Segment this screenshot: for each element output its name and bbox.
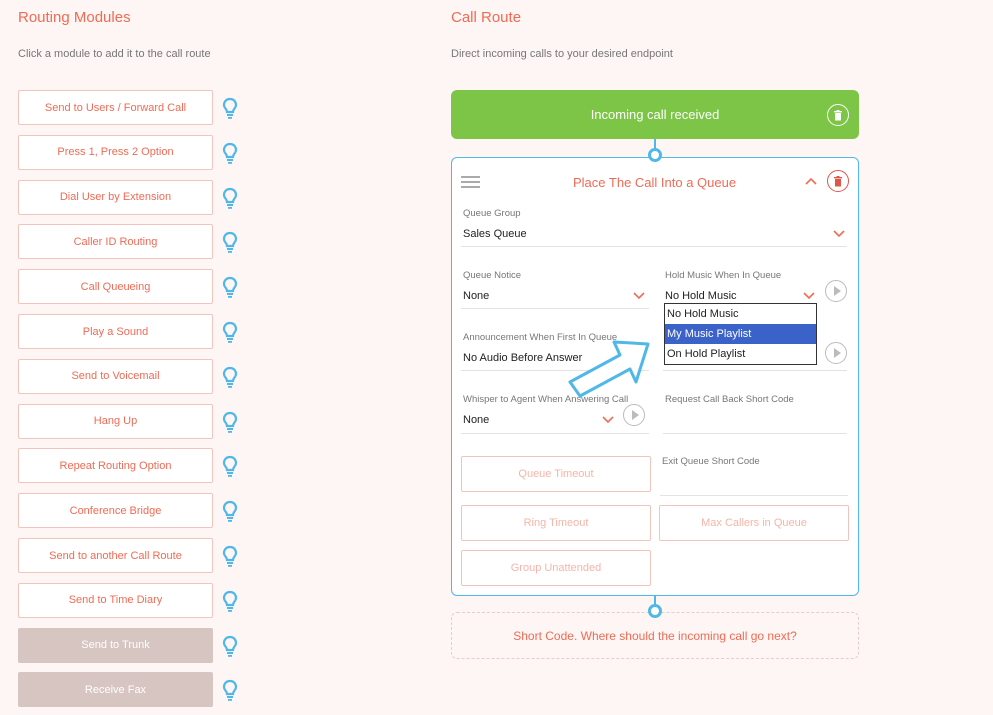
play-icon[interactable] <box>623 404 645 426</box>
routing-modules-subtitle: Click a module to add it to the call rou… <box>18 48 211 60</box>
routing-module-label: Conference Bridge <box>69 504 162 517</box>
call-route-title: Call Route <box>451 9 522 26</box>
queue-card-title: Place The Call Into a Queue <box>573 175 737 190</box>
ring-timeout-button[interactable]: Ring Timeout <box>461 505 651 541</box>
lightbulb-icon[interactable] <box>222 635 238 657</box>
hold-music-label: Hold Music When In Queue <box>665 270 782 281</box>
queue-timeout-button[interactable]: Queue Timeout <box>461 456 651 492</box>
queue-group-select[interactable]: Sales Queue <box>463 228 527 240</box>
request-callback-label: Request Call Back Short Code <box>665 394 794 405</box>
short-code-prompt: Short Code. Where should the incoming ca… <box>513 628 797 643</box>
routing-module-button[interactable]: Send to another Call Route <box>18 538 213 573</box>
hold-music-option[interactable]: My Music Playlist <box>665 324 816 344</box>
routing-module-label: Dial User by Extension <box>59 191 172 204</box>
routing-module-button[interactable]: Send to Users / Forward Call <box>18 90 213 125</box>
routing-module-label: Play a Sound <box>82 325 149 338</box>
lightbulb-icon[interactable] <box>222 411 238 433</box>
routing-module-button[interactable]: Hang Up <box>18 403 213 439</box>
routing-module-button[interactable]: Conference Bridge <box>18 493 213 529</box>
play-icon[interactable] <box>825 342 847 364</box>
routing-module-button[interactable]: Send to Trunk <box>18 627 213 663</box>
chevron-down-icon[interactable] <box>633 292 645 300</box>
group-unattended-button[interactable]: Group Unattended <box>461 550 651 586</box>
play-icon[interactable] <box>825 280 847 302</box>
lightbulb-icon[interactable] <box>222 142 238 164</box>
hold-music-select[interactable]: No Hold Music <box>665 290 737 302</box>
routing-module-label: Caller ID Routing <box>73 235 158 248</box>
lightbulb-icon[interactable] <box>222 679 238 702</box>
whisper-select[interactable]: None <box>463 414 489 426</box>
routing-module-label: Press 1, Press 2 Option <box>57 146 174 159</box>
call-route-subtitle: Direct incoming calls to your desired en… <box>451 48 673 60</box>
routing-module-button[interactable]: Press 1, Press 2 Option <box>18 134 213 170</box>
collapse-chevron-icon[interactable] <box>805 177 817 185</box>
announcement-select[interactable]: No Audio Before Answer <box>463 352 582 364</box>
lightbulb-icon[interactable] <box>222 187 238 209</box>
trash-icon[interactable] <box>827 170 849 192</box>
exit-queue-input[interactable] <box>660 495 848 496</box>
short-code-dropzone[interactable]: Short Code. Where should the incoming ca… <box>451 612 859 659</box>
lightbulb-icon[interactable] <box>222 321 238 343</box>
routing-module-button[interactable]: Call Queueing <box>18 269 213 305</box>
routing-module-label: Call Queueing <box>80 280 151 293</box>
annotation-arrow <box>568 340 650 398</box>
routing-module-label: Send to Time Diary <box>68 594 163 607</box>
lightbulb-icon[interactable] <box>222 590 238 612</box>
routing-module-label: Send to another Call Route <box>49 549 182 562</box>
drag-handle-icon[interactable] <box>461 176 480 188</box>
lightbulb-icon[interactable] <box>222 500 238 522</box>
lightbulb-icon[interactable] <box>222 231 238 254</box>
routing-module-label: Send to Trunk <box>81 639 150 652</box>
routing-module-button[interactable]: Send to Voicemail <box>18 358 213 394</box>
incoming-call-label: Incoming call received <box>590 107 720 122</box>
route-connector <box>648 604 662 618</box>
route-connector <box>648 148 662 162</box>
hold-music-dropdown[interactable]: No Hold Music My Music Playlist On Hold Pl… <box>664 303 817 365</box>
lightbulb-icon[interactable] <box>222 455 238 478</box>
max-callers-button[interactable]: Max Callers in Queue <box>659 505 849 541</box>
routing-module-label: Send to Voicemail <box>71 370 160 383</box>
routing-module-label: Repeat Routing Option <box>59 459 172 472</box>
trash-icon[interactable] <box>827 104 849 126</box>
routing-module-button[interactable]: Repeat Routing Option <box>18 448 213 484</box>
request-callback-input[interactable] <box>663 433 847 434</box>
routing-module-button[interactable]: Receive Fax <box>18 672 213 708</box>
routing-module-button[interactable]: Caller ID Routing <box>18 224 213 260</box>
lightbulb-icon[interactable] <box>222 545 238 567</box>
lightbulb-icon[interactable] <box>222 276 238 298</box>
routing-modules-title: Routing Modules <box>18 9 131 26</box>
routing-module-label: Receive Fax <box>84 683 147 696</box>
routing-module-label: Send to Users / Forward Call <box>44 101 187 114</box>
lightbulb-icon[interactable] <box>222 366 238 388</box>
queue-notice-label: Queue Notice <box>463 270 522 281</box>
hold-music-option[interactable]: No Hold Music <box>665 304 816 324</box>
chevron-down-icon[interactable] <box>602 416 614 424</box>
routing-module-label: Hang Up <box>93 415 138 428</box>
queue-notice-select[interactable]: None <box>463 290 489 302</box>
incoming-call-block[interactable]: Incoming call received <box>451 90 859 139</box>
hold-music-option[interactable]: On Hold Playlist <box>665 344 816 364</box>
routing-module-button[interactable]: Dial User by Extension <box>18 179 213 215</box>
queue-group-label: Queue Group <box>463 208 521 219</box>
routing-module-button[interactable]: Play a Sound <box>18 314 213 349</box>
chevron-down-icon[interactable] <box>803 292 815 300</box>
exit-queue-label: Exit Queue Short Code <box>662 456 760 467</box>
chevron-down-icon[interactable] <box>833 230 845 238</box>
lightbulb-icon[interactable] <box>222 97 238 119</box>
routing-module-button[interactable]: Send to Time Diary <box>18 582 213 618</box>
